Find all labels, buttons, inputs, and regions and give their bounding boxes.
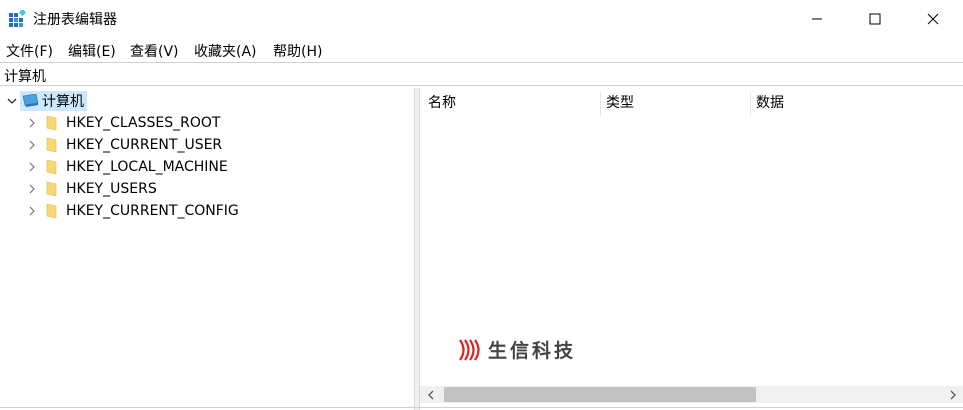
- chevron-right-icon[interactable]: [24, 159, 40, 175]
- menu-view[interactable]: 查看(V): [130, 41, 179, 61]
- tree-node-label: HKEY_USERS: [66, 181, 157, 197]
- tree-node-label: 计算机: [42, 94, 84, 110]
- maximize-icon: [869, 13, 881, 25]
- status-divider: [0, 407, 963, 408]
- folder-icon: [46, 115, 57, 131]
- maximize-button[interactable]: [852, 0, 898, 38]
- column-divider[interactable]: [750, 92, 751, 116]
- menu-favorites[interactable]: 收藏夹(A): [194, 41, 257, 61]
- watermark: 生信科技: [458, 336, 576, 363]
- chevron-right-icon[interactable]: [24, 203, 40, 219]
- menu-file[interactable]: 文件(F): [6, 41, 53, 61]
- menu-edit[interactable]: 编辑(E): [68, 41, 116, 61]
- computer-icon: [22, 94, 39, 107]
- folder-icon: [46, 203, 57, 219]
- column-header-name[interactable]: 名称: [428, 88, 456, 116]
- folder-icon: [46, 137, 57, 153]
- scroll-right-arrow-icon[interactable]: [944, 386, 961, 403]
- tree-node-computer[interactable]: 计算机: [4, 90, 87, 112]
- column-header-type[interactable]: 类型: [606, 88, 634, 116]
- address-path: 计算机: [4, 69, 46, 85]
- folder-icon: [46, 181, 57, 197]
- chevron-right-icon[interactable]: [24, 181, 40, 197]
- column-header-data[interactable]: 数据: [756, 88, 784, 116]
- minimize-button[interactable]: [794, 0, 840, 38]
- value-list-pane: 名称 类型 数据 生信科技: [420, 88, 963, 410]
- watermark-logo-icon: [459, 338, 480, 361]
- close-button[interactable]: [910, 0, 956, 38]
- scrollbar-thumb[interactable]: [444, 387, 756, 402]
- folder-icon: [46, 159, 57, 175]
- column-divider[interactable]: [600, 92, 601, 116]
- tree-node-hku[interactable]: HKEY_USERS: [24, 178, 157, 200]
- tree-node-hkcc[interactable]: HKEY_CURRENT_CONFIG: [24, 200, 239, 222]
- regedit-app-icon: [9, 10, 26, 27]
- menu-help[interactable]: 帮助(H): [273, 41, 322, 61]
- tree-node-label: HKEY_CURRENT_CONFIG: [66, 203, 239, 219]
- tree-node-hkcu[interactable]: HKEY_CURRENT_USER: [24, 134, 222, 156]
- tree-pane: 计算机 HKEY_CLASSES_ROOT HKEY_CURRENT_USER …: [0, 88, 414, 408]
- scroll-left-arrow-icon[interactable]: [422, 386, 439, 403]
- close-icon: [927, 13, 939, 25]
- title-bar: 注册表编辑器: [0, 0, 963, 38]
- address-bar[interactable]: 计算机: [0, 62, 963, 86]
- tree-node-label: HKEY_LOCAL_MACHINE: [66, 159, 228, 175]
- chevron-right-icon[interactable]: [24, 137, 40, 153]
- watermark-text: 生信科技: [488, 340, 577, 362]
- selected-node[interactable]: 计算机: [20, 91, 87, 111]
- tree-node-hklm[interactable]: HKEY_LOCAL_MACHINE: [24, 156, 228, 178]
- horizontal-scrollbar[interactable]: [420, 386, 963, 403]
- chevron-right-icon[interactable]: [24, 115, 40, 131]
- minimize-icon: [812, 18, 822, 20]
- tree-node-hkcr[interactable]: HKEY_CLASSES_ROOT: [24, 112, 220, 134]
- tree-node-label: HKEY_CLASSES_ROOT: [66, 115, 221, 131]
- menu-bar: 文件(F) 编辑(E) 查看(V) 收藏夹(A) 帮助(H): [0, 38, 963, 62]
- chevron-down-icon[interactable]: [4, 93, 20, 109]
- tree-node-label: HKEY_CURRENT_USER: [66, 137, 223, 153]
- window-title: 注册表编辑器: [33, 12, 117, 28]
